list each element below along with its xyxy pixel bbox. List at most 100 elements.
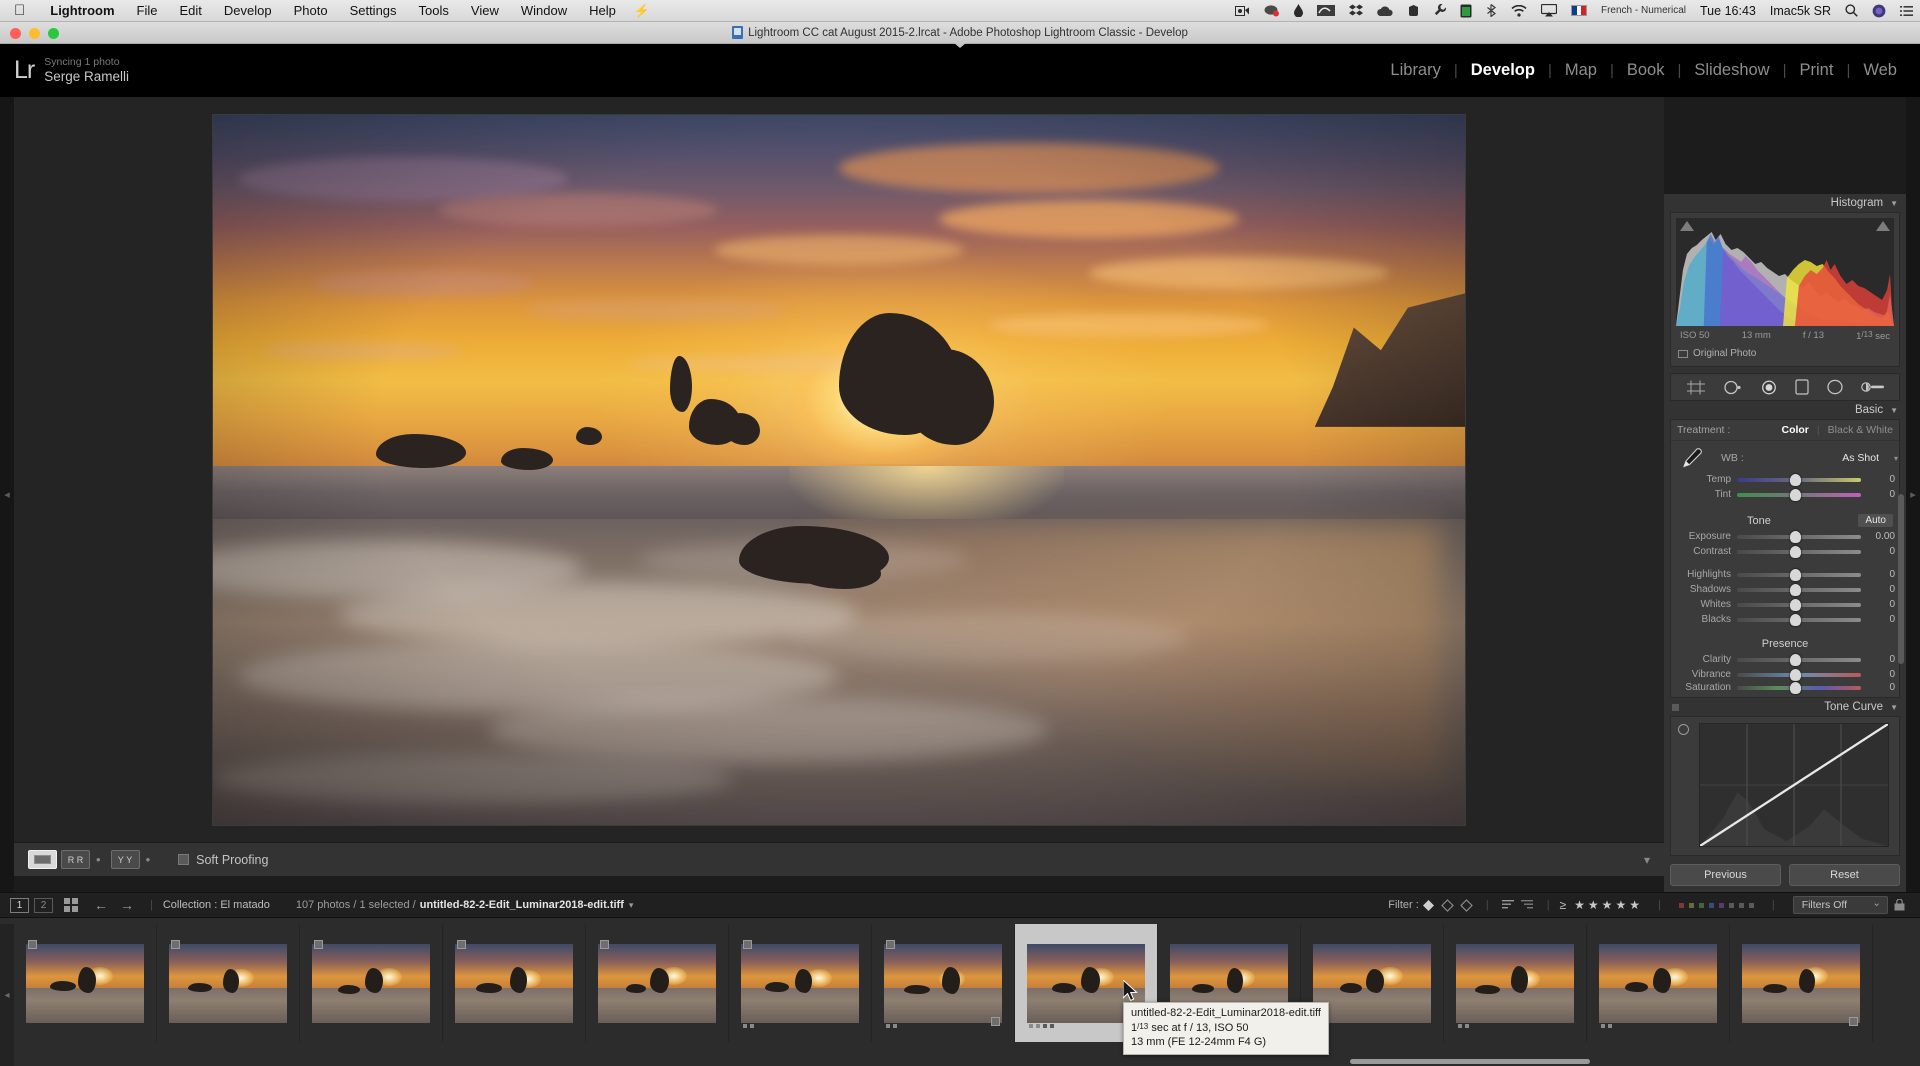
histogram-panel-header[interactable]: Histogram ▼ xyxy=(1664,194,1906,212)
module-slideshow[interactable]: Slideshow xyxy=(1681,61,1782,80)
list-item[interactable] xyxy=(14,924,157,1042)
radial-filter-icon[interactable] xyxy=(1826,379,1844,395)
list-item[interactable] xyxy=(872,924,1015,1042)
slider-clarity[interactable]: Clarity 0 xyxy=(1671,652,1899,667)
dropbox-icon[interactable] xyxy=(1342,4,1370,17)
soft-proofing-checkbox[interactable] xyxy=(178,854,190,865)
slider-knob[interactable] xyxy=(1790,583,1802,596)
list-item[interactable] xyxy=(1587,924,1730,1042)
slider-knob[interactable] xyxy=(1790,598,1802,611)
reset-button[interactable]: Reset xyxy=(1789,864,1900,886)
slider-track[interactable] xyxy=(1737,653,1861,666)
list-item[interactable] xyxy=(1730,924,1873,1042)
slider-vibrance[interactable]: Vibrance 0 xyxy=(1671,667,1899,682)
list-item[interactable] xyxy=(586,924,729,1042)
tone-curve-panel-header[interactable]: Tone Curve ▼ xyxy=(1664,698,1906,716)
slider-value[interactable]: 0 xyxy=(1861,682,1895,693)
filmstrip-thumbnails[interactable] xyxy=(14,924,1920,1042)
develop-tool-strip[interactable] xyxy=(1670,373,1900,401)
yy-dropdown-dot[interactable]: • xyxy=(146,852,151,867)
thumbnail-image[interactable] xyxy=(1456,943,1574,1023)
chevron-down-icon[interactable]: ▼ xyxy=(1890,406,1898,415)
right-panel-scrollbar[interactable] xyxy=(1898,494,1904,664)
slider-value[interactable]: 0 xyxy=(1861,569,1895,580)
bolt-icon[interactable]: ⚡ xyxy=(627,3,657,19)
minimize-button[interactable] xyxy=(29,28,40,39)
file-dropdown-icon[interactable]: ▾ xyxy=(624,900,640,911)
slider-temp[interactable]: Temp 0 xyxy=(1671,472,1899,487)
slider-knob[interactable] xyxy=(1790,681,1802,694)
thumbnail-badge-left[interactable] xyxy=(886,940,895,949)
tone-curve-graph[interactable] xyxy=(1699,723,1889,847)
filmstrip-scrollbar[interactable] xyxy=(1350,1059,1590,1064)
navigate-back-icon[interactable]: ← xyxy=(88,897,114,913)
color-label-custom[interactable] xyxy=(1738,902,1744,908)
thumbnail-badge-left[interactable] xyxy=(457,940,466,949)
screen-2-button[interactable]: 2 xyxy=(34,897,53,913)
slider-track[interactable] xyxy=(1737,530,1861,543)
slider-knob[interactable] xyxy=(1790,545,1802,558)
slider-value[interactable]: 0 xyxy=(1861,546,1895,557)
module-book[interactable]: Book xyxy=(1614,61,1678,80)
wb-dropdown-icon[interactable]: ▾ xyxy=(1894,454,1898,463)
slider-knob[interactable] xyxy=(1790,568,1802,581)
menu-item-lightroom[interactable]: Lightroom xyxy=(39,3,125,18)
star-3[interactable]: ★ xyxy=(1602,898,1613,912)
color-label-red[interactable] xyxy=(1678,902,1684,908)
tone-curve-panel[interactable] xyxy=(1670,716,1900,856)
before-after-button[interactable]: R R xyxy=(61,850,90,869)
input-source-label[interactable]: French - Numerical xyxy=(1594,5,1693,16)
slider-saturation[interactable]: Saturation 0 xyxy=(1671,681,1899,697)
spot-removal-icon[interactable] xyxy=(1723,380,1743,395)
flag-rejected-icon[interactable] xyxy=(1459,898,1473,912)
thumbnail-badge-left[interactable] xyxy=(743,940,752,949)
module-print[interactable]: Print xyxy=(1787,61,1847,80)
menu-bar-user[interactable]: Imac5k SR xyxy=(1763,4,1838,18)
thumbnail-image[interactable] xyxy=(26,943,144,1023)
identity-plate[interactable]: Syncing 1 photo Serge Ramelli xyxy=(44,56,129,86)
navigate-forward-icon[interactable]: → xyxy=(114,897,140,913)
thumbnail-image[interactable] xyxy=(169,943,287,1023)
thumbnail-badge-left[interactable] xyxy=(28,940,37,949)
thumbnail-image[interactable] xyxy=(455,943,573,1023)
current-file-label[interactable]: untitled-82-2-Edit_Luminar2018-edit.tiff xyxy=(420,899,624,911)
thumbnail-badge-left[interactable] xyxy=(171,940,180,949)
window-traffic-lights[interactable] xyxy=(10,28,59,39)
slider-whites[interactable]: Whites 0 xyxy=(1671,597,1899,612)
sort-ascending-icon[interactable] xyxy=(1501,899,1515,912)
list-item[interactable] xyxy=(443,924,586,1042)
flag-unflagged-icon[interactable] xyxy=(1440,898,1454,912)
list-item[interactable] xyxy=(157,924,300,1042)
slider-exposure[interactable]: Exposure 0.00 xyxy=(1671,529,1899,544)
menu-item-edit[interactable]: Edit xyxy=(168,3,212,18)
develop-photo[interactable] xyxy=(212,113,1466,826)
thumbnail-image[interactable] xyxy=(1742,943,1860,1023)
slider-value[interactable]: 0.00 xyxy=(1861,531,1895,542)
filters-off-dropdown[interactable]: Filters Off xyxy=(1792,896,1888,914)
apple-logo-icon[interactable]:  xyxy=(14,3,25,18)
slider-track[interactable] xyxy=(1737,681,1861,694)
star-rating-filter[interactable]: ★ ★ ★ ★ ★ xyxy=(1574,898,1640,912)
menu-item-window[interactable]: Window xyxy=(510,3,578,18)
thumbnail-badge-right[interactable] xyxy=(1849,1017,1858,1026)
input-source-flag-icon[interactable] xyxy=(1564,5,1594,16)
panel-switch-icon[interactable] xyxy=(1672,703,1679,711)
maximize-button[interactable] xyxy=(48,28,59,39)
crop-overlay-icon[interactable] xyxy=(1686,380,1706,395)
thumbnail-image[interactable] xyxy=(741,943,859,1023)
white-balance-selector-icon[interactable] xyxy=(1677,447,1703,469)
target-adjustment-icon[interactable] xyxy=(1678,724,1689,735)
graduated-filter-icon[interactable] xyxy=(1794,379,1809,395)
module-picker[interactable]: Library | Develop | Map | Book | Slidesh… xyxy=(1377,61,1920,80)
slider-value[interactable]: 0 xyxy=(1861,489,1895,500)
red-eye-icon[interactable] xyxy=(1760,380,1778,395)
screen-1-button[interactable]: 1 xyxy=(10,897,29,913)
slider-track[interactable] xyxy=(1737,473,1861,486)
color-label-none[interactable] xyxy=(1728,902,1734,908)
thumbnail-badge-left[interactable] xyxy=(314,940,323,949)
highlight-clipping-indicator[interactable] xyxy=(1876,221,1890,231)
module-develop[interactable]: Develop xyxy=(1458,61,1548,80)
color-label-edited[interactable] xyxy=(1748,902,1754,908)
star-1[interactable]: ★ xyxy=(1574,898,1585,912)
module-web[interactable]: Web xyxy=(1850,61,1910,80)
